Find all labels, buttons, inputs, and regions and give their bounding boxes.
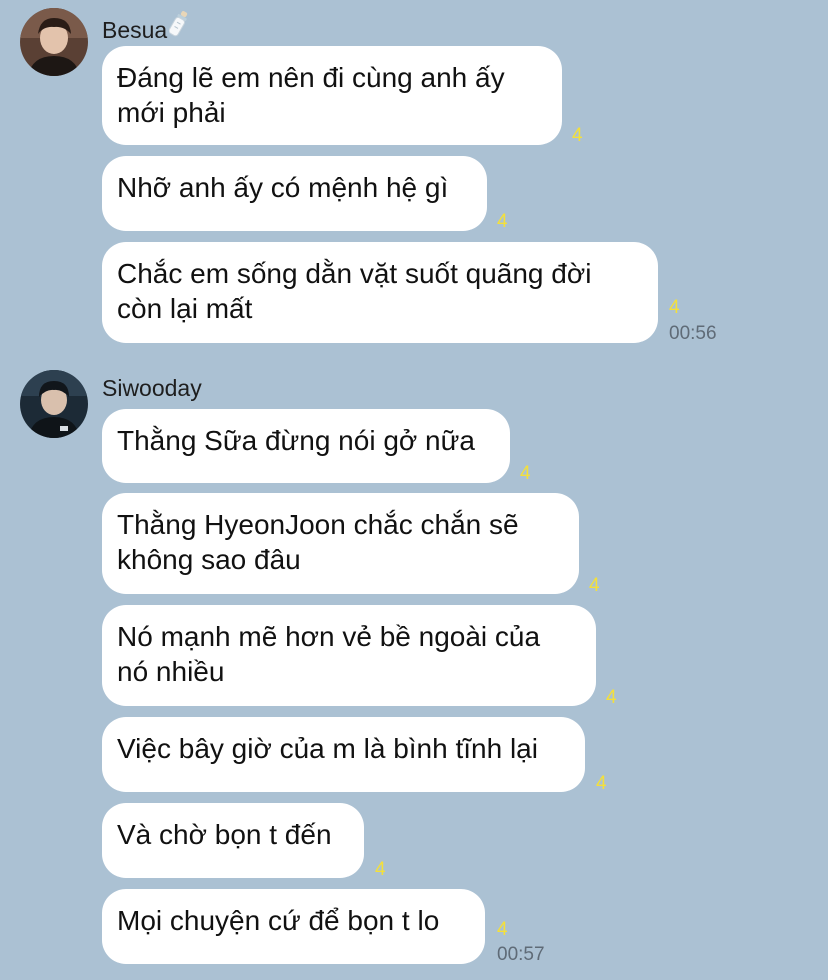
unread-count: 4 [589,575,600,596]
profile-photo-icon [20,8,88,76]
message-bubble[interactable]: Thằng Sữa đừng nói gở nữa [102,409,510,483]
sender-name: Siwooday [102,375,202,401]
message-bubble[interactable]: Nhỡ anh ấy có mệnh hệ gì [102,156,487,231]
message-timestamp: 00:56 [669,323,717,344]
unread-count: 4 [572,125,583,146]
sender-name: Besua [102,10,191,47]
unread-count: 4 [669,297,680,318]
unread-count: 4 [596,773,607,794]
unread-count: 4 [606,687,617,708]
unread-count: 4 [497,919,508,940]
unread-count: 4 [497,211,508,232]
sender-name-text: Besua [102,17,168,43]
message-bubble[interactable]: Nó mạnh mẽ hơn vẻ bề ngoài của nó nhiều [102,605,596,706]
message-bubble[interactable]: Việc bây giờ của m là bình tĩnh lại [102,717,585,792]
unread-count: 4 [375,859,386,880]
message-bubble[interactable]: Chắc em sống dằn vặt suốt quãng đời còn … [102,242,658,343]
profile-photo-icon [20,370,88,438]
message-timestamp: 00:57 [497,944,545,965]
message-bubble[interactable]: Thằng HyeonJoon chắc chắn sẽ không sao đ… [102,493,579,594]
avatar-besua[interactable] [20,8,88,76]
message-bubble[interactable]: Và chờ bọn t đến [102,803,364,878]
message-bubble[interactable]: Mọi chuyện cứ để bọn t lo [102,889,485,964]
unread-count: 4 [520,463,531,484]
baby-bottle-icon [168,10,191,47]
avatar-siwooday[interactable] [20,370,88,438]
message-bubble[interactable]: Đáng lẽ em nên đi cùng anh ấy mới phải [102,46,562,145]
